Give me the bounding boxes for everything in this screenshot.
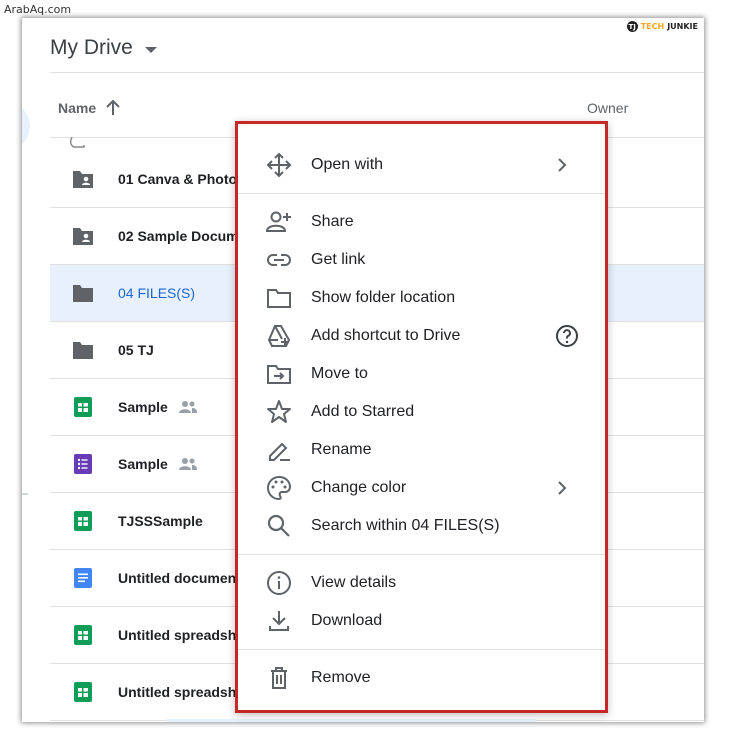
menu-item-download[interactable]: Download: [238, 602, 605, 640]
menu-label: Download: [311, 612, 383, 629]
menu-label: View details: [311, 574, 397, 591]
file-name: Untitled spreadsh: [118, 684, 237, 700]
shared-folder-icon: [72, 168, 94, 190]
file-name: Untitled documen: [118, 570, 237, 586]
menu-label: Search within 04 FILES(S): [311, 517, 500, 534]
file-name: 01 Canva & Photo: [118, 171, 238, 187]
menu-item-share[interactable]: Share: [238, 203, 605, 241]
sheets-icon: [72, 510, 94, 532]
decorative-strip: [22, 493, 28, 495]
move-to-folder-icon: [266, 361, 292, 387]
menu-item-open-with[interactable]: Open with: [238, 146, 605, 184]
folder-icon: [72, 282, 94, 304]
shared-people-icon: [178, 400, 198, 414]
menu-divider: [238, 649, 605, 650]
menu-item-rename[interactable]: Rename: [238, 431, 605, 469]
menu-label: Get link: [311, 251, 366, 268]
menu-item-remove[interactable]: Remove: [238, 659, 605, 697]
menu-item-show-folder-location[interactable]: Show folder location: [238, 279, 605, 317]
owner-column-header[interactable]: Owner: [587, 100, 628, 116]
file-name: 05 TJ: [118, 342, 154, 358]
menu-label: Rename: [311, 441, 372, 458]
decorative-bubble: [22, 102, 30, 150]
help-icon[interactable]: [555, 324, 579, 348]
menu-divider: [238, 193, 605, 194]
menu-label: Add shortcut to Drive: [311, 327, 461, 344]
file-name: 02 Sample Docum: [118, 228, 239, 244]
menu-item-search-within[interactable]: Search within 04 FILES(S): [238, 507, 605, 545]
menu-item-add-to-starred[interactable]: Add to Starred: [238, 393, 605, 431]
file-name: Sample: [118, 399, 168, 415]
docs-icon: [72, 567, 94, 589]
drive-shortcut-icon: [266, 323, 292, 349]
chevron-right-icon: [557, 158, 567, 172]
add-person-icon: [266, 209, 292, 235]
menu-item-add-shortcut[interactable]: Add shortcut to Drive: [238, 317, 605, 355]
menu-item-change-color[interactable]: Change color: [238, 469, 605, 507]
menu-label: Remove: [311, 669, 371, 686]
file-name: Untitled spreadsh: [118, 627, 237, 643]
menu-item-view-details[interactable]: View details: [238, 564, 605, 602]
menu-label: Add to Starred: [311, 403, 415, 420]
partial-row-icon: [50, 137, 90, 151]
file-name: TJSSSample: [118, 513, 203, 529]
search-icon: [266, 513, 292, 539]
menu-label: Show folder location: [311, 289, 456, 306]
drive-header: My Drive: [50, 24, 704, 73]
info-icon: [266, 570, 292, 596]
menu-item-move-to[interactable]: Move to: [238, 355, 605, 393]
sheets-icon: [72, 396, 94, 418]
menu-label: Move to: [311, 365, 368, 382]
file-name: 04 FILES(S): [118, 285, 196, 301]
context-menu: Open with Share Get link Show folder loc…: [235, 121, 608, 713]
sheets-icon: [72, 624, 94, 646]
sheets-icon: [72, 681, 94, 703]
menu-divider: [238, 554, 605, 555]
forms-icon: [72, 453, 94, 475]
menu-item-get-link[interactable]: Get link: [238, 241, 605, 279]
open-with-move-icon: [266, 152, 292, 178]
shared-people-icon: [178, 457, 198, 471]
download-icon: [266, 608, 292, 634]
folder-icon: [72, 339, 94, 361]
folder-outline-icon: [266, 285, 292, 311]
watermark-text: ArabAq.com: [4, 3, 72, 16]
menu-label: Share: [311, 213, 354, 230]
page-title[interactable]: My Drive: [50, 36, 133, 60]
menu-label: Open with: [311, 156, 384, 173]
palette-icon: [266, 475, 292, 501]
sort-up-arrow-icon[interactable]: [106, 100, 120, 116]
name-column-label: Name: [58, 100, 97, 116]
star-icon: [266, 399, 292, 425]
link-icon: [266, 247, 292, 273]
pencil-icon: [266, 437, 292, 463]
title-dropdown-icon[interactable]: [144, 46, 157, 53]
decorative-strip: [167, 719, 536, 722]
name-column-header[interactable]: Name: [58, 100, 120, 116]
chevron-right-icon: [557, 481, 567, 495]
trash-icon: [266, 665, 292, 691]
menu-label: Change color: [311, 479, 407, 496]
file-name: Sample: [118, 456, 168, 472]
shared-folder-icon: [72, 225, 94, 247]
